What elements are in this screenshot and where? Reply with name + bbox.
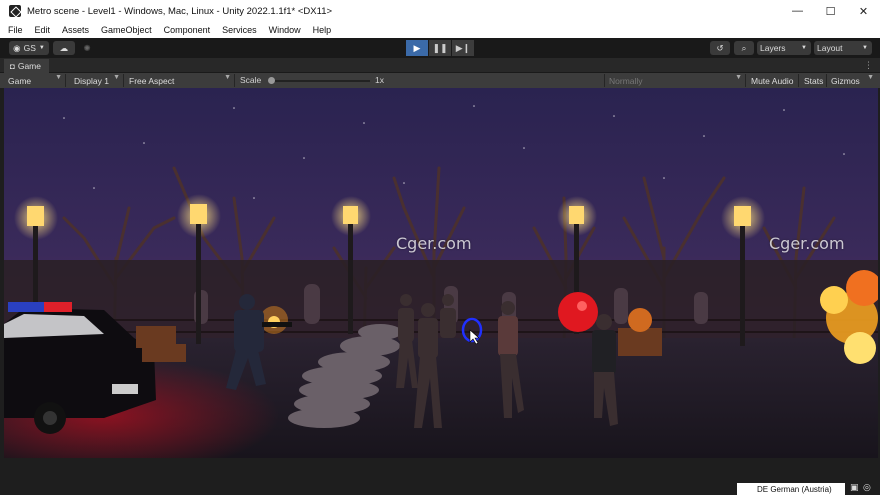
maximize-button[interactable]: ☐ <box>814 0 847 22</box>
watermark-text: Cger.com <box>396 234 472 253</box>
chevron-down-icon: ▼ <box>801 45 807 51</box>
stats-toggle[interactable]: Stats <box>800 74 827 87</box>
menu-services[interactable]: Services <box>222 25 257 35</box>
play-button[interactable]: ▶ <box>406 40 428 56</box>
blood-splash <box>558 292 598 332</box>
menu-edit[interactable]: Edit <box>35 25 51 35</box>
tab-options-icon[interactable]: ⋮ <box>864 60 874 71</box>
vsync-dropdown[interactable]: Normally ▼ <box>604 74 746 87</box>
search-button[interactable]: ⌕ <box>734 41 754 55</box>
tab-game[interactable]: ◘ Game <box>4 59 49 73</box>
window-controls: — ☐ ✕ <box>781 0 880 22</box>
menu-component[interactable]: Component <box>164 25 211 35</box>
step-icon: ▶❙ <box>455 42 471 53</box>
layers-label: Layers <box>760 43 786 53</box>
vsync-label: Normally <box>609 75 643 86</box>
scale-slider-track[interactable] <box>270 80 370 82</box>
window-title: Metro scene - Level1 - Windows, Mac, Lin… <box>27 5 333 17</box>
history-icon: ↺ <box>716 42 724 53</box>
play-controls: ▶ ❚❚ ▶❙ <box>406 40 474 56</box>
collab-icon: ✺ <box>83 42 91 53</box>
step-button[interactable]: ▶❙ <box>452 40 474 56</box>
view-type-dropdown[interactable]: Game ▼ <box>4 74 66 87</box>
collab-button[interactable]: ✺ <box>80 41 94 55</box>
pause-icon: ❚❚ <box>432 42 448 53</box>
main-toolbar: ◉ GS ▼ ☁ ✺ ▶ ❚❚ ▶❙ ↺ ⌕ Layers ▼ Layout ▼ <box>0 38 880 58</box>
gizmos-label: Gizmos <box>831 75 860 86</box>
cloud-button[interactable]: ☁ <box>53 41 75 55</box>
layers-dropdown[interactable]: Layers ▼ <box>757 41 811 55</box>
menu-window[interactable]: Window <box>269 25 301 35</box>
chevron-down-icon: ▼ <box>38 45 45 51</box>
cloud-icon: ☁ <box>59 42 69 53</box>
window-titlebar: Metro scene - Level1 - Windows, Mac, Lin… <box>0 0 880 22</box>
tray-icon[interactable]: ◎ <box>863 482 873 492</box>
account-icon: ◉ <box>13 42 21 53</box>
tray-icon[interactable]: ▣ <box>850 482 860 492</box>
unity-logo-icon <box>9 5 21 17</box>
game-view-controls: Game ▼ Display 1 ▼ Free Aspect ▼ Scale 1… <box>0 73 880 88</box>
view-type-label: Game <box>8 75 32 86</box>
menu-help[interactable]: Help <box>313 25 332 35</box>
scale-label: Scale <box>240 75 262 85</box>
aspect-dropdown[interactable]: Free Aspect ▼ <box>125 74 235 87</box>
play-icon: ▶ <box>413 42 421 53</box>
game-tab-bar: ◘ Game ⋮ <box>0 58 880 73</box>
language-indicator[interactable]: DE German (Austria) <box>737 483 845 495</box>
display-dropdown[interactable]: Display 1 ▼ <box>70 74 124 87</box>
chevron-down-icon: ▼ <box>735 74 742 81</box>
gizmos-dropdown[interactable]: Gizmos ▼ <box>827 74 877 87</box>
watermark-text: Cger.com <box>769 234 845 253</box>
chevron-down-icon: ▼ <box>113 74 120 81</box>
display-label: Display 1 <box>74 75 109 86</box>
menu-assets[interactable]: Assets <box>62 25 89 35</box>
aspect-label: Free Aspect <box>129 75 175 86</box>
account-label: GS <box>23 43 36 53</box>
gamepad-icon: ◘ <box>10 61 15 71</box>
history-button[interactable]: ↺ <box>710 41 730 55</box>
scale-value: 1x <box>375 75 384 85</box>
pumpkin <box>628 308 652 332</box>
menu-bar: File Edit Assets GameObject Component Se… <box>0 22 880 38</box>
scale-slider-knob[interactable] <box>268 77 275 84</box>
chevron-down-icon: ▼ <box>862 45 868 51</box>
pause-button[interactable]: ❚❚ <box>429 40 451 56</box>
chevron-down-icon: ▼ <box>224 74 231 81</box>
stats-label: Stats <box>804 75 824 86</box>
mute-audio-label: Mute Audio <box>751 75 794 86</box>
chevron-down-icon: ▼ <box>867 74 874 81</box>
close-button[interactable]: ✕ <box>847 0 880 22</box>
mute-audio-toggle[interactable]: Mute Audio <box>747 74 799 87</box>
menu-file[interactable]: File <box>8 25 23 35</box>
game-viewport[interactable]: Cger.com Cger.com <box>4 88 878 458</box>
layout-label: Layout <box>817 43 843 53</box>
language-label: DE German (Austria) <box>757 484 832 494</box>
game-scene <box>4 88 878 458</box>
minimize-button[interactable]: — <box>781 0 814 22</box>
layout-dropdown[interactable]: Layout ▼ <box>814 41 872 55</box>
search-icon: ⌕ <box>741 42 747 53</box>
tab-game-label: Game <box>17 61 41 71</box>
account-dropdown[interactable]: ◉ GS ▼ <box>9 41 49 55</box>
menu-gameobject[interactable]: GameObject <box>101 25 152 35</box>
chevron-down-icon: ▼ <box>55 74 62 81</box>
